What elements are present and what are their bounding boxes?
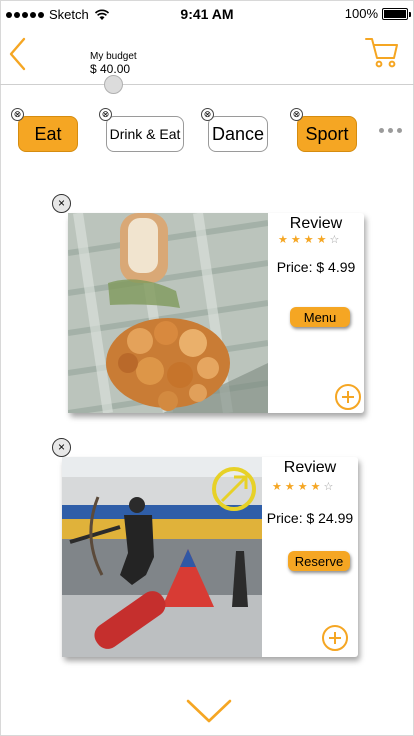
card-1-review-label: Review <box>289 215 343 232</box>
remove-drink-eat-icon[interactable]: ⊗ <box>99 108 112 121</box>
star-filled-icon: ★ <box>316 234 327 246</box>
card-2-review-label: Review <box>283 459 337 476</box>
budget-value: $ 40.00 <box>90 62 131 76</box>
card-2-price: Price: $ 24.99 <box>266 510 354 526</box>
header: My budget $ 40.00 <box>0 28 414 94</box>
listing-card-2[interactable]: Review ★ ★ ★ ★ ☆ Price: $ 24.99 Reserve <box>62 457 358 657</box>
budget-slider-thumb[interactable] <box>104 75 123 94</box>
star-filled-icon: ★ <box>284 481 295 493</box>
listing-card-1[interactable]: Review ★ ★ ★ ★ ☆ Price: $ 4.99 Menu <box>68 213 364 413</box>
category-eat-button[interactable]: Eat <box>18 116 78 152</box>
category-sport-button[interactable]: Sport <box>297 116 357 152</box>
battery-icon <box>382 7 411 20</box>
signal-icon <box>6 11 44 18</box>
card-2-info: Review ★ ★ ★ ★ ☆ Price: $ 24.99 Reserve <box>262 457 358 657</box>
star-filled-icon: ★ <box>278 234 288 246</box>
carrier-name: Sketch <box>49 7 89 22</box>
star-filled-icon: ★ <box>297 481 308 493</box>
archery-tag-photo <box>62 457 262 657</box>
cart-icon[interactable] <box>364 36 400 70</box>
category-dance-button[interactable]: Dance <box>208 116 268 152</box>
card-1-menu-button[interactable]: Menu <box>290 307 350 327</box>
battery-percent: 100% <box>344 6 378 21</box>
status-bar: Sketch 9:41 AM 100% <box>0 0 414 28</box>
remove-eat-icon[interactable]: ⊗ <box>11 108 24 121</box>
sandwich-chips-photo <box>68 213 268 413</box>
star-filled-icon: ★ <box>290 234 301 246</box>
star-filled-icon: ★ <box>272 481 282 493</box>
card-2-rating: ★ ★ ★ ★ ☆ <box>272 482 333 493</box>
add-card-2-plus-icon[interactable] <box>322 625 348 651</box>
budget-label: My budget <box>90 51 137 62</box>
star-empty-icon: ☆ <box>329 234 340 246</box>
card-2-reserve-button[interactable]: Reserve <box>288 551 350 571</box>
wifi-icon <box>94 9 109 20</box>
card-1-info: Review ★ ★ ★ ★ ☆ Price: $ 4.99 Menu <box>268 213 364 413</box>
category-drink-eat-button[interactable]: Drink & Eat <box>106 116 184 152</box>
remove-sport-icon[interactable]: ⊗ <box>290 108 303 121</box>
chevron-down-icon[interactable] <box>185 698 233 724</box>
star-empty-icon: ☆ <box>323 481 334 493</box>
remove-card-1-icon[interactable]: × <box>52 194 71 213</box>
budget-slider-track[interactable] <box>0 84 414 85</box>
card-1-price: Price: $ 4.99 <box>276 259 356 275</box>
star-filled-icon: ★ <box>310 481 321 493</box>
carrier-group: Sketch <box>6 7 110 22</box>
card-1-rating: ★ ★ ★ ★ ☆ <box>278 235 339 246</box>
more-categories-icon[interactable] <box>379 128 402 133</box>
add-card-1-plus-icon[interactable] <box>335 384 361 410</box>
remove-dance-icon[interactable]: ⊗ <box>201 108 214 121</box>
remove-card-2-icon[interactable]: × <box>52 438 71 457</box>
chevron-left-icon[interactable] <box>6 36 28 72</box>
star-filled-icon: ★ <box>303 234 314 246</box>
battery-group: 100% <box>344 6 411 21</box>
